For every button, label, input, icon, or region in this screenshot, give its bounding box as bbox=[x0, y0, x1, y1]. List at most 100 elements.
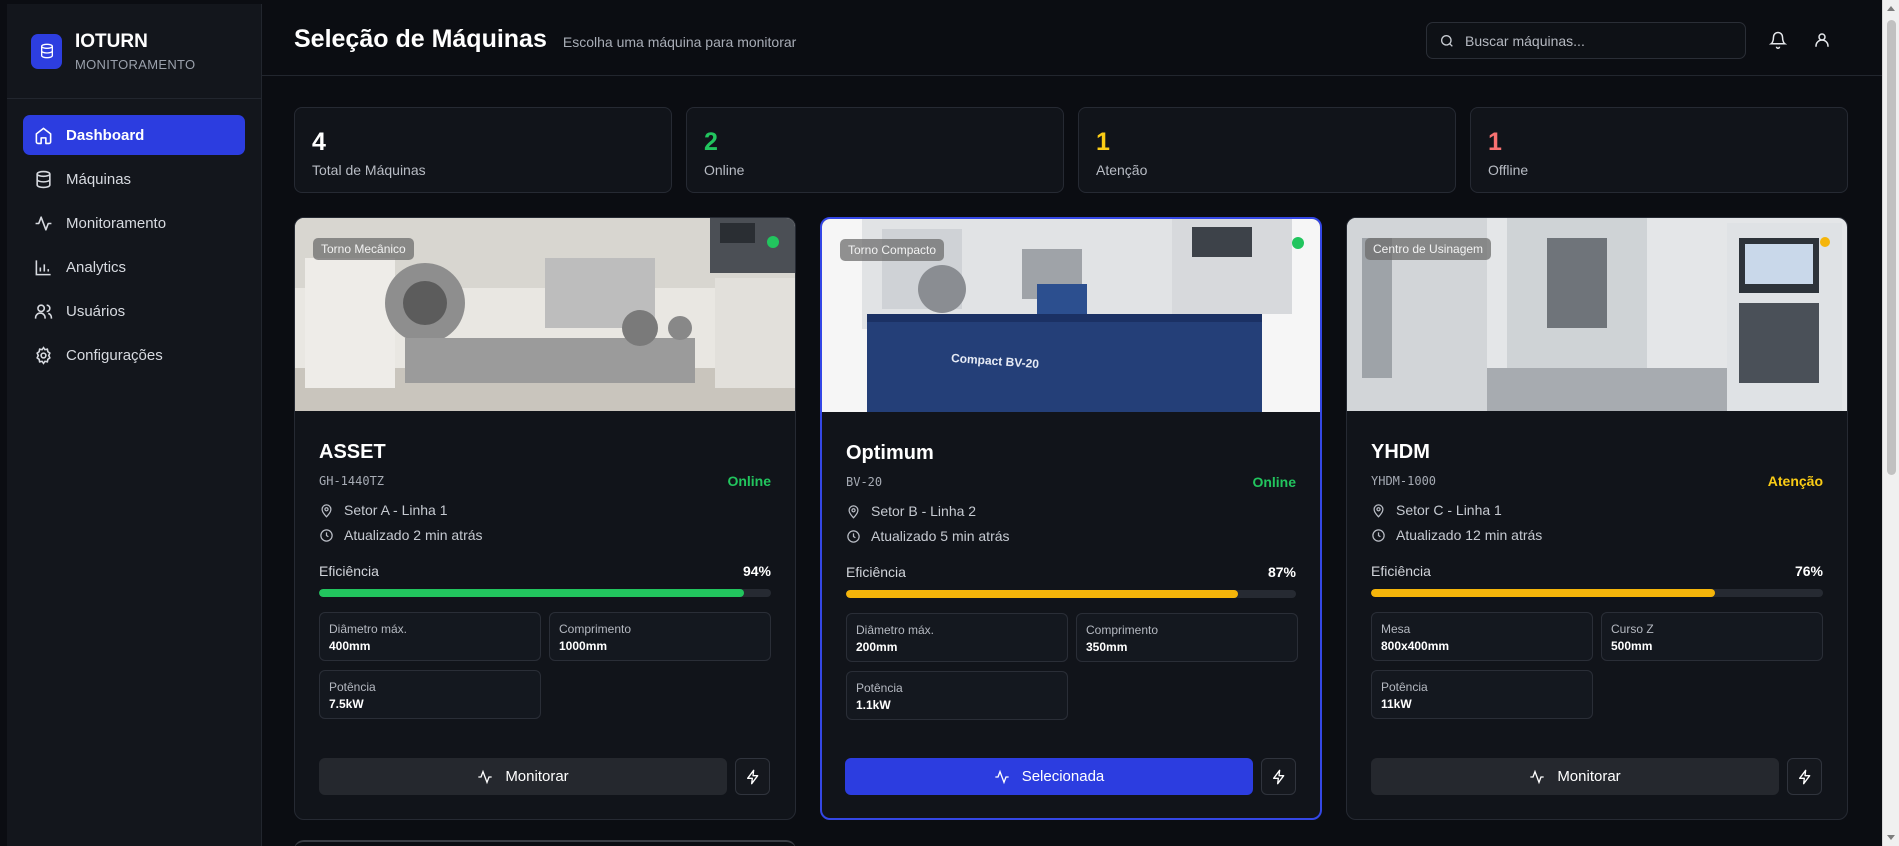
next-card-peek bbox=[294, 840, 796, 846]
spec-item: Diâmetro máx. 200mm bbox=[846, 613, 1068, 662]
clock-icon bbox=[847, 529, 860, 543]
scroll-up-arrow[interactable] bbox=[1887, 6, 1895, 11]
spec-item: Potência 1.1kW bbox=[846, 671, 1068, 720]
bell-icon[interactable] bbox=[1769, 31, 1787, 49]
efficiency-bar-fill bbox=[1371, 589, 1715, 597]
activity-icon bbox=[478, 769, 492, 784]
status-dot bbox=[1820, 237, 1830, 247]
machine-status: Online bbox=[727, 473, 771, 489]
search-icon bbox=[1441, 34, 1453, 47]
machine-specs: Diâmetro máx. 400mm Comprimento 1000mm P… bbox=[319, 612, 771, 719]
machine-cards: Torno Mecânico ASSET Online GH-1440TZ Se… bbox=[294, 217, 1848, 820]
machine-type-badge: Centro de Usinagem bbox=[1365, 238, 1492, 260]
machine-card-optimum[interactable]: Compact BV-20 Torno Compacto Optimum Onl… bbox=[820, 217, 1322, 820]
machine-updated: Atualizado 5 min atrás bbox=[846, 528, 1296, 544]
stat-label: Total de Máquinas bbox=[312, 162, 426, 178]
scroll-thumb[interactable] bbox=[1887, 20, 1896, 475]
stat-card-attention: 1 Atenção bbox=[1078, 107, 1456, 193]
spec-item: Diâmetro máx. 400mm bbox=[319, 612, 541, 661]
search-input[interactable] bbox=[1465, 32, 1725, 49]
machine-card-yhdm[interactable]: Centro de Usinagem YHDM Atenção YHDM-100… bbox=[1346, 217, 1848, 820]
home-icon bbox=[35, 127, 52, 144]
status-dot bbox=[767, 236, 779, 248]
database-icon bbox=[36, 170, 51, 188]
efficiency-bar-fill bbox=[319, 589, 744, 597]
status-dot bbox=[1292, 237, 1304, 249]
sidebar-item-dashboard[interactable]: Dashboard bbox=[23, 115, 245, 155]
spec-label: Potência bbox=[329, 680, 376, 694]
sidebar-item-usuarios[interactable]: Usuários bbox=[23, 291, 245, 331]
sidebar-item-label: Dashboard bbox=[66, 126, 145, 144]
sidebar-item-label: Analytics bbox=[66, 258, 127, 276]
page-subtitle: Escolha uma máquina para monitorar bbox=[562, 33, 797, 50]
database-icon bbox=[31, 33, 62, 69]
efficiency-row: Eficiência 94% bbox=[319, 563, 771, 579]
map-pin-icon bbox=[848, 504, 859, 519]
stat-value: 2 bbox=[704, 128, 718, 156]
machine-model: BV-20 bbox=[846, 475, 883, 489]
machine-specs: Mesa 800x400mm Curso Z 500mm Potência 11… bbox=[1371, 612, 1823, 719]
sidebar: IOTURN MONITORAMENTO Dashboard Máquinas … bbox=[7, 4, 262, 846]
spec-value: 350mm bbox=[1086, 640, 1128, 654]
lightning-icon bbox=[1798, 769, 1810, 784]
machine-specs: Diâmetro máx. 200mm Comprimento 350mm Po… bbox=[846, 613, 1298, 720]
users-icon bbox=[34, 303, 53, 319]
selected-button[interactable]: Selecionada bbox=[845, 758, 1253, 795]
efficiency-bar bbox=[846, 590, 1296, 598]
machine-name: YHDM bbox=[1371, 441, 1430, 463]
clock-icon bbox=[1372, 528, 1385, 542]
selected-button-label: Selecionada bbox=[1021, 768, 1105, 785]
card-actions: Selecionada bbox=[845, 758, 1296, 795]
spec-value: 400mm bbox=[329, 639, 371, 653]
clock-icon bbox=[320, 528, 333, 542]
machine-card-asset[interactable]: Torno Mecânico ASSET Online GH-1440TZ Se… bbox=[294, 217, 796, 820]
quick-action-button[interactable] bbox=[1787, 758, 1822, 795]
map-pin-icon bbox=[1373, 503, 1384, 518]
machine-updated: Atualizado 2 min atrás bbox=[319, 527, 771, 543]
spec-item: Comprimento 350mm bbox=[1076, 613, 1298, 662]
monitor-button[interactable]: Monitorar bbox=[319, 758, 727, 795]
machine-location: Setor C - Linha 1 bbox=[1371, 502, 1823, 518]
lightning-icon bbox=[1272, 769, 1284, 784]
stat-card-offline: 1 Offline bbox=[1470, 107, 1848, 193]
sidebar-item-label: Máquinas bbox=[66, 170, 132, 188]
card-actions: Monitorar bbox=[319, 758, 770, 795]
spec-item: Curso Z 500mm bbox=[1601, 612, 1823, 661]
search-box[interactable] bbox=[1426, 22, 1746, 59]
page-scrollbar[interactable] bbox=[1882, 0, 1899, 846]
stat-label: Atenção bbox=[1096, 162, 1148, 178]
scroll-down-arrow[interactable] bbox=[1887, 835, 1895, 840]
bar-chart-icon bbox=[35, 259, 51, 275]
machine-type-badge: Torno Mecânico bbox=[313, 238, 414, 260]
sidebar-item-configuracoes[interactable]: Configurações bbox=[23, 335, 245, 375]
quick-action-button[interactable] bbox=[1261, 758, 1296, 795]
stat-value: 1 bbox=[1096, 128, 1110, 156]
machine-model: YHDM-1000 bbox=[1371, 474, 1437, 488]
gear-icon bbox=[36, 345, 51, 365]
efficiency-value: 87% bbox=[1267, 564, 1296, 580]
quick-action-button[interactable] bbox=[735, 758, 770, 795]
sidebar-item-monitoramento[interactable]: Monitoramento bbox=[23, 203, 245, 243]
spec-item: Mesa 800x400mm bbox=[1371, 612, 1593, 661]
spec-value: 1000mm bbox=[559, 639, 608, 653]
spec-label: Comprimento bbox=[1086, 623, 1159, 637]
sidebar-item-maquinas[interactable]: Máquinas bbox=[23, 159, 245, 199]
spec-value: 500mm bbox=[1611, 639, 1653, 653]
stat-card-online: 2 Online bbox=[686, 107, 1064, 193]
machine-image: Centro de Usinagem bbox=[1347, 218, 1847, 411]
machine-image: Compact BV-20 Torno Compacto bbox=[822, 219, 1320, 412]
sidebar-item-label: Configurações bbox=[66, 346, 163, 364]
updated-text: Atualizado 12 min atrás bbox=[1396, 527, 1543, 543]
sidebar-item-analytics[interactable]: Analytics bbox=[23, 247, 245, 287]
machine-image: Torno Mecânico bbox=[295, 218, 795, 411]
machine-location: Setor B - Linha 2 bbox=[846, 503, 1296, 519]
machine-name: ASSET bbox=[319, 441, 386, 463]
location-text: Setor C - Linha 1 bbox=[1396, 502, 1502, 518]
location-text: Setor A - Linha 1 bbox=[344, 502, 448, 518]
user-icon[interactable] bbox=[1813, 31, 1831, 49]
spec-label: Curso Z bbox=[1611, 622, 1654, 636]
spec-label: Comprimento bbox=[559, 622, 632, 636]
monitor-button[interactable]: Monitorar bbox=[1371, 758, 1779, 795]
topbar: Seleção de Máquinas Escolha uma máquina … bbox=[262, 4, 1882, 76]
monitor-button-label: Monitorar bbox=[1557, 768, 1621, 785]
